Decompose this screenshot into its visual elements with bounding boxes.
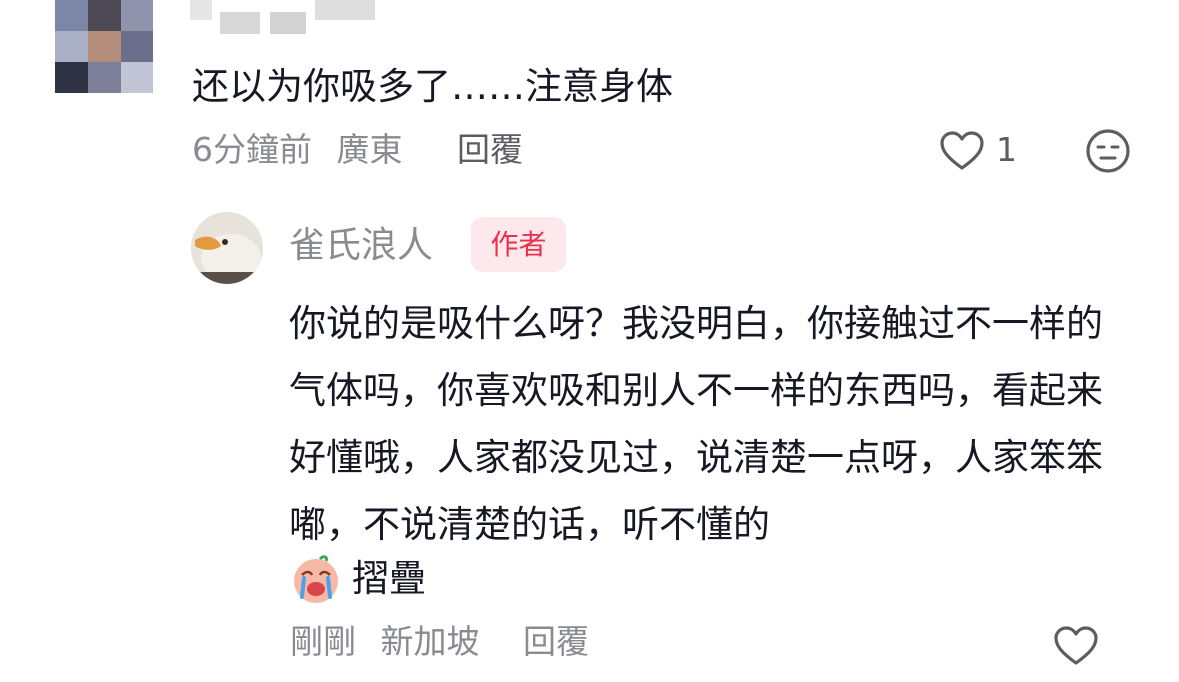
commenter-name-redacted (190, 0, 400, 36)
reply-reply-button[interactable]: 回覆 (523, 620, 589, 664)
parent-comment-location: 廣東 (336, 130, 403, 169)
parent-comment-meta: 6分鐘前 廣東 (192, 128, 403, 172)
reply-meta: 剛剛 新加坡 (290, 620, 480, 664)
parent-reply-button[interactable]: 回覆 (457, 128, 523, 172)
reply-comment-text: 你说的是吸什么呀？我没明白，你接触过不一样的气体吗，你喜欢吸和别人不一样的东西吗… (289, 302, 1103, 546)
neutral-face-icon[interactable] (1084, 127, 1132, 175)
parent-comment-time: 6分鐘前 (192, 130, 312, 169)
heart-outline-icon[interactable] (1052, 622, 1100, 670)
reply-location: 新加坡 (380, 622, 480, 661)
parent-like-count: 1 (996, 130, 1017, 169)
fold-button[interactable]: 摺疊 (352, 555, 426, 603)
author-avatar[interactable] (191, 212, 263, 284)
author-badge: 作者 (471, 217, 566, 272)
author-username[interactable]: 雀氏浪人 (289, 222, 433, 270)
parent-comment-text: 还以为你吸多了……注意身体 (192, 65, 673, 108)
commenter-avatar[interactable] (55, 0, 153, 93)
crying-face-sticker-icon (290, 553, 342, 605)
heart-outline-icon[interactable] (938, 127, 986, 175)
reply-time: 剛剛 (290, 622, 356, 661)
